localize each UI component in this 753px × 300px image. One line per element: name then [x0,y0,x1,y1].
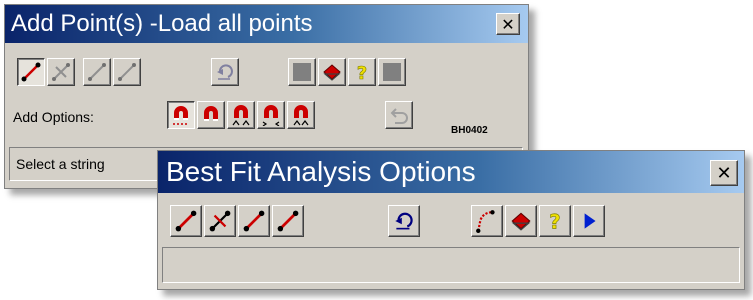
line-cross-button[interactable] [47,58,75,86]
bf-line-point-button-2[interactable] [238,205,270,237]
best-fit-title: Best Fit Analysis Options [166,156,476,187]
magnet-arrows-in-icon [232,105,250,126]
close-icon: ✕ [716,162,732,184]
best-fit-window: Best Fit Analysis Options ✕ ? [157,150,745,290]
bf-line-point-button-3[interactable] [272,205,304,237]
line-point-icon [175,210,197,232]
bf-line-cross-button[interactable] [204,205,236,237]
best-fit-titlebar[interactable]: Best Fit Analysis Options [158,151,744,193]
blank-button-2[interactable] [378,58,406,86]
curve-icon [476,210,495,233]
status-text: Select a string [16,156,105,172]
magnet-dotted-icon [173,106,188,125]
line-point-button[interactable] [17,58,45,86]
book-icon [511,212,531,231]
magnet-arrows-side-icon [262,105,280,126]
bf-curve-button[interactable] [471,205,503,237]
undo-icon [395,212,413,230]
undo-button[interactable] [211,58,239,86]
svg-text:?: ? [357,63,367,83]
undo-icon [217,64,233,80]
bf-undo-button[interactable] [388,205,420,237]
blank-icon [383,63,401,81]
bf-play-button[interactable] [573,205,605,237]
bf-line-point-button[interactable] [170,205,202,237]
magnet-button[interactable] [197,101,225,129]
bf-help-button[interactable]: ? [539,205,571,237]
magnet-arrows-in-button[interactable] [227,101,255,129]
line-point-icon [21,62,41,82]
magnet-icon [204,106,218,121]
blank-icon [293,63,311,81]
book-button[interactable] [318,58,346,86]
line-cross-icon [52,63,70,81]
add-points-title: Add Point(s) -Load all points [11,10,313,37]
line-point-icon [243,210,265,232]
line-cross-icon [209,210,231,232]
help-button[interactable]: ? [348,58,376,86]
play-icon [584,213,596,229]
line-dim-icon [118,63,136,81]
line-dim-button[interactable] [83,58,111,86]
line-point-icon [277,210,299,232]
undo-arrow-icon [390,108,408,124]
blank-button[interactable] [288,58,316,86]
book-icon [323,64,341,81]
line-dim-icon [88,63,106,81]
add-options-label: Add Options: [13,109,94,125]
magnet-dotted-button[interactable] [167,101,195,129]
magnet-arrows-up-button[interactable] [287,101,315,129]
magnet-arrows-side-button[interactable] [257,101,285,129]
line-dim-button-2[interactable] [113,58,141,86]
undo-arrow-button[interactable] [385,101,413,129]
svg-text:?: ? [549,211,560,233]
add-points-titlebar[interactable]: Add Point(s) -Load all points [5,5,528,43]
code-label: BH0402 [451,125,488,136]
help-icon: ? [356,63,367,83]
add-points-close-button[interactable]: ✕ [496,13,520,35]
best-fit-status-bar [162,247,740,283]
close-icon: ✕ [501,14,515,34]
magnet-arrows-up-icon [293,105,309,126]
help-icon: ? [549,210,561,233]
best-fit-close-button[interactable]: ✕ [710,160,738,186]
bf-book-button[interactable] [505,205,537,237]
